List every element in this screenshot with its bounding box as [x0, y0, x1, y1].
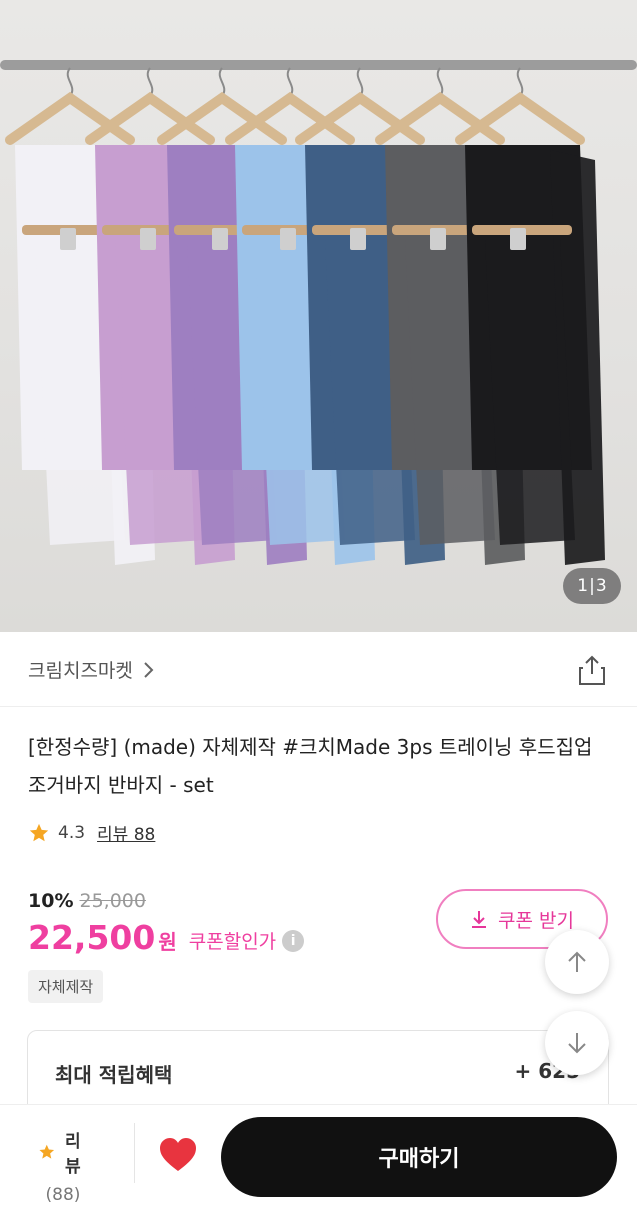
currency-unit: 원 [158, 930, 177, 954]
buy-button[interactable]: 구매하기 [221, 1117, 617, 1197]
review-summary-label: 리뷰 [38, 1127, 88, 1177]
coupon-button-label: 쿠폰 받기 [498, 909, 574, 932]
divider [134, 1123, 135, 1183]
review-summary-text: 리뷰 [64, 1132, 81, 1177]
coupon-price-label: 쿠폰할인가 [188, 931, 277, 953]
arrow-up-icon [568, 951, 586, 972]
discount-row: 10% 25,000 [28, 890, 146, 912]
review-summary-button[interactable]: 리뷰 (88) [38, 1127, 88, 1205]
clothing-rack-photo [0, 60, 637, 565]
pager-total: 3 [595, 576, 607, 596]
rating-value: 4.3 [58, 822, 86, 843]
info-icon[interactable]: i [282, 929, 305, 952]
original-price: 25,000 [79, 890, 146, 912]
metal-clip [350, 228, 366, 250]
star-icon [29, 823, 49, 841]
metal-clip [280, 228, 296, 250]
arrow-down-icon [568, 1033, 586, 1054]
pager-separator: | [589, 576, 595, 596]
scroll-up-button[interactable] [545, 930, 609, 994]
hanger-hook [146, 67, 154, 97]
pager-current: 1 [577, 576, 589, 596]
metal-clip [510, 228, 526, 250]
scroll-down-button[interactable] [545, 1011, 609, 1075]
hanging-rail [0, 60, 637, 70]
seller-name: 크림치즈마켓 [28, 660, 133, 682]
metal-clip [430, 228, 446, 250]
review-summary-count: (88) [45, 1185, 81, 1205]
hanger-hook [516, 67, 524, 97]
star-icon [39, 1144, 55, 1159]
metal-clip [212, 228, 228, 250]
image-pager: 1 | 3 [563, 568, 621, 604]
hanger-hook [218, 67, 226, 97]
benefit-label: 최대 적립혜택 [55, 1063, 173, 1087]
hanger-hook [436, 67, 444, 97]
product-title: [한정수량] (made) 자체제작 #크치Made 3ps 트레이닝 후드집업… [28, 735, 593, 797]
review-link[interactable]: 리뷰 88 [97, 820, 155, 845]
download-icon [472, 911, 487, 928]
price-row: 22,500 원 쿠폰할인가 i [28, 918, 305, 957]
pants [485, 240, 575, 545]
hanger-hook [356, 67, 364, 97]
seller-row: 크림치즈마켓 [0, 632, 637, 707]
sale-price: 22,500 [28, 918, 156, 957]
discount-rate: 10% [28, 890, 74, 912]
metal-clip [60, 228, 76, 250]
bottom-action-bar: 리뷰 (88) 구매하기 [0, 1104, 637, 1205]
hanger-hook [66, 67, 74, 97]
product-image[interactable]: 1 | 3 [0, 0, 637, 632]
hanger-hook [286, 67, 294, 97]
heart-icon[interactable] [158, 1137, 198, 1173]
rating-row: 4.3 리뷰 88 [28, 820, 155, 845]
product-tag: 자체제작 [28, 970, 104, 1003]
chevron-right-icon [144, 661, 154, 678]
seller-link[interactable]: 크림치즈마켓 [28, 656, 155, 683]
share-icon[interactable] [577, 654, 607, 686]
metal-clip [140, 228, 156, 250]
